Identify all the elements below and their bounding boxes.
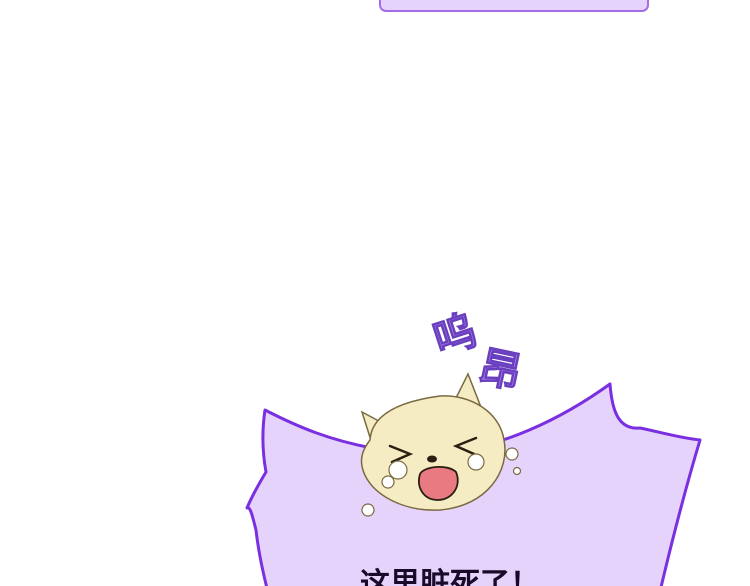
comic-panel: 呜 昂 这里脏死了！	[0, 0, 750, 586]
tear-drop	[505, 447, 519, 461]
bubble-caption: 这里脏死了！	[360, 567, 540, 586]
comic-art: 呜 昂 这里脏死了！	[245, 305, 702, 586]
tear-drop	[361, 503, 375, 517]
tear-drop	[467, 453, 485, 471]
tear-drop	[388, 460, 408, 480]
tear-drop	[512, 466, 522, 476]
dog-nose	[427, 455, 437, 463]
dog-mouth	[418, 466, 459, 501]
sfx-text-1: 呜	[427, 305, 482, 365]
sfx-text-2: 昂	[475, 341, 526, 398]
tear-drop	[381, 475, 395, 489]
